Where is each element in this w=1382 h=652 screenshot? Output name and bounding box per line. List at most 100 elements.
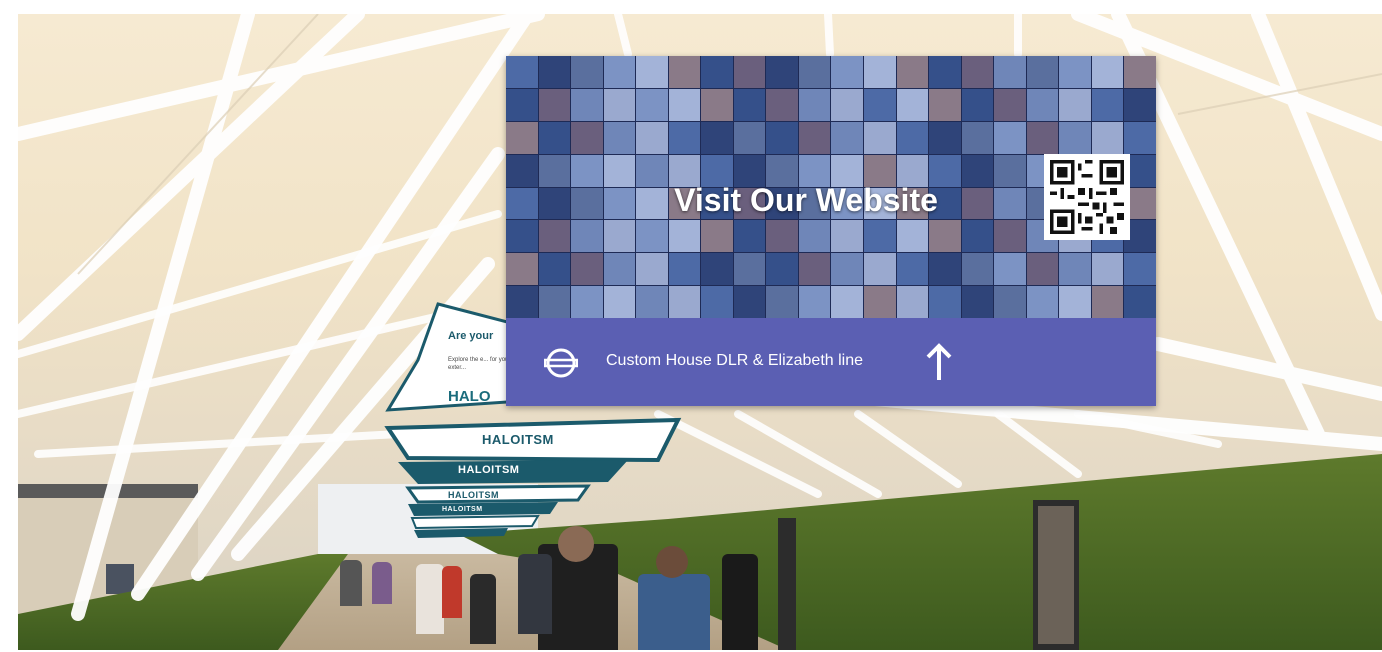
collage-photo-tile — [1091, 56, 1124, 88]
billboard-headline: Visit Our Website — [674, 182, 938, 218]
digital-billboard: Visit Our Website Custom House DLR & Eli… — [506, 56, 1156, 406]
collage-photo-tile — [538, 121, 571, 154]
collage-photo-tile — [766, 56, 798, 88]
collage-photo-tile — [1091, 121, 1124, 154]
collage-photo-tile — [864, 88, 896, 121]
collage-photo-tile — [831, 121, 864, 154]
collage-photo-tile — [636, 121, 668, 154]
person-head — [656, 546, 688, 578]
collage-photo-tile — [1124, 121, 1156, 154]
collage-photo-tile — [636, 88, 668, 121]
collage-photo-tile — [506, 154, 538, 187]
collage-photo-tile — [636, 286, 668, 318]
collage-photo-tile — [636, 220, 668, 253]
collage-photo-tile — [929, 220, 961, 253]
collage-photo-tile — [538, 56, 571, 88]
collage-photo-tile — [603, 253, 636, 286]
collage-photo-tile — [896, 88, 929, 121]
collage-photo-tile — [1026, 286, 1059, 318]
collage-photo-tile — [831, 253, 864, 286]
collage-photo-tile — [929, 121, 961, 154]
collage-photo-tile — [798, 220, 831, 253]
banner-brand-4: HALOITSM — [442, 506, 483, 513]
collage-photo-tile — [668, 121, 701, 154]
collage-photo-tile — [929, 253, 961, 286]
collage-photo-tile — [1124, 286, 1156, 318]
collage-photo-tile — [571, 121, 603, 154]
collage-photo-tile — [831, 286, 864, 318]
collage-photo-tile — [506, 220, 538, 253]
collage-photo-tile — [1091, 286, 1124, 318]
collage-photo-tile — [538, 286, 571, 318]
collage-photo-tile — [994, 187, 1026, 220]
collage-photo-tile — [1124, 88, 1156, 121]
collage-photo-tile — [896, 121, 929, 154]
collage-photo-tile — [929, 88, 961, 121]
collage-photo-tile — [994, 88, 1026, 121]
collage-photo-tile — [668, 56, 701, 88]
collage-photo-tile — [603, 286, 636, 318]
collage-photo-tile — [701, 56, 733, 88]
collage-photo-tile — [668, 88, 701, 121]
collage-photo-tile — [603, 88, 636, 121]
collage-photo-tile — [701, 253, 733, 286]
collage-photo-tile — [864, 286, 896, 318]
collage-photo-tile — [864, 253, 896, 286]
collage-photo-tile — [766, 121, 798, 154]
collage-photo-tile — [571, 286, 603, 318]
person — [470, 574, 496, 644]
person — [722, 554, 758, 650]
collage-photo-tile — [798, 286, 831, 318]
collage-photo-tile — [1059, 56, 1091, 88]
collage-photo-tile — [538, 187, 571, 220]
collage-photo-tile — [571, 56, 603, 88]
collage-photo-tile — [798, 88, 831, 121]
collage-photo-tile — [701, 121, 733, 154]
collage-photo-tile — [571, 88, 603, 121]
collage-photo-tile — [994, 253, 1026, 286]
collage-photo-tile — [701, 286, 733, 318]
collage-photo-tile — [961, 121, 994, 154]
collage-photo-tile — [701, 220, 733, 253]
tfl-roundel-icon — [544, 348, 578, 378]
collage-photo-tile — [896, 253, 929, 286]
person — [638, 574, 710, 650]
collage-photo-tile — [668, 286, 701, 318]
collage-photo-tile — [603, 220, 636, 253]
collage-photo-tile — [1059, 286, 1091, 318]
person-head — [558, 526, 594, 562]
collage-photo-tile — [506, 187, 538, 220]
collage-photo-tile — [538, 154, 571, 187]
collage-photo-tile — [733, 121, 766, 154]
collage-photo-tile — [603, 56, 636, 88]
collage-photo-tile — [733, 286, 766, 318]
collage-photo-tile — [1059, 253, 1091, 286]
collage-photo-tile — [538, 220, 571, 253]
collage-photo-tile — [506, 253, 538, 286]
collage-photo-tile — [538, 88, 571, 121]
collage-photo-tile — [766, 220, 798, 253]
collage-photo-tile — [733, 88, 766, 121]
collage-photo-tile — [994, 56, 1026, 88]
collage-photo-tile — [864, 56, 896, 88]
collage-photo-tile — [766, 286, 798, 318]
collage-photo-tile — [571, 220, 603, 253]
banner-brand-2: HALOITSM — [458, 464, 520, 476]
collage-photo-tile — [864, 121, 896, 154]
collage-photo-tile — [961, 253, 994, 286]
collage-photo-tile — [1026, 56, 1059, 88]
collage-photo-tile — [798, 121, 831, 154]
collage-photo-tile — [1026, 88, 1059, 121]
collage-photo-tile — [636, 253, 668, 286]
collage-photo-tile — [831, 220, 864, 253]
collage-photo-tile — [994, 286, 1026, 318]
collage-photo-tile — [766, 253, 798, 286]
collage-photo-tile — [733, 220, 766, 253]
collage-photo-tile — [1059, 121, 1091, 154]
banner-heading: Are your — [448, 330, 494, 342]
collage-photo-tile — [929, 56, 961, 88]
collage-photo-tile — [864, 220, 896, 253]
collage-photo-tile — [506, 56, 538, 88]
collage-photo-tile — [506, 88, 538, 121]
collage-photo-tile — [798, 253, 831, 286]
